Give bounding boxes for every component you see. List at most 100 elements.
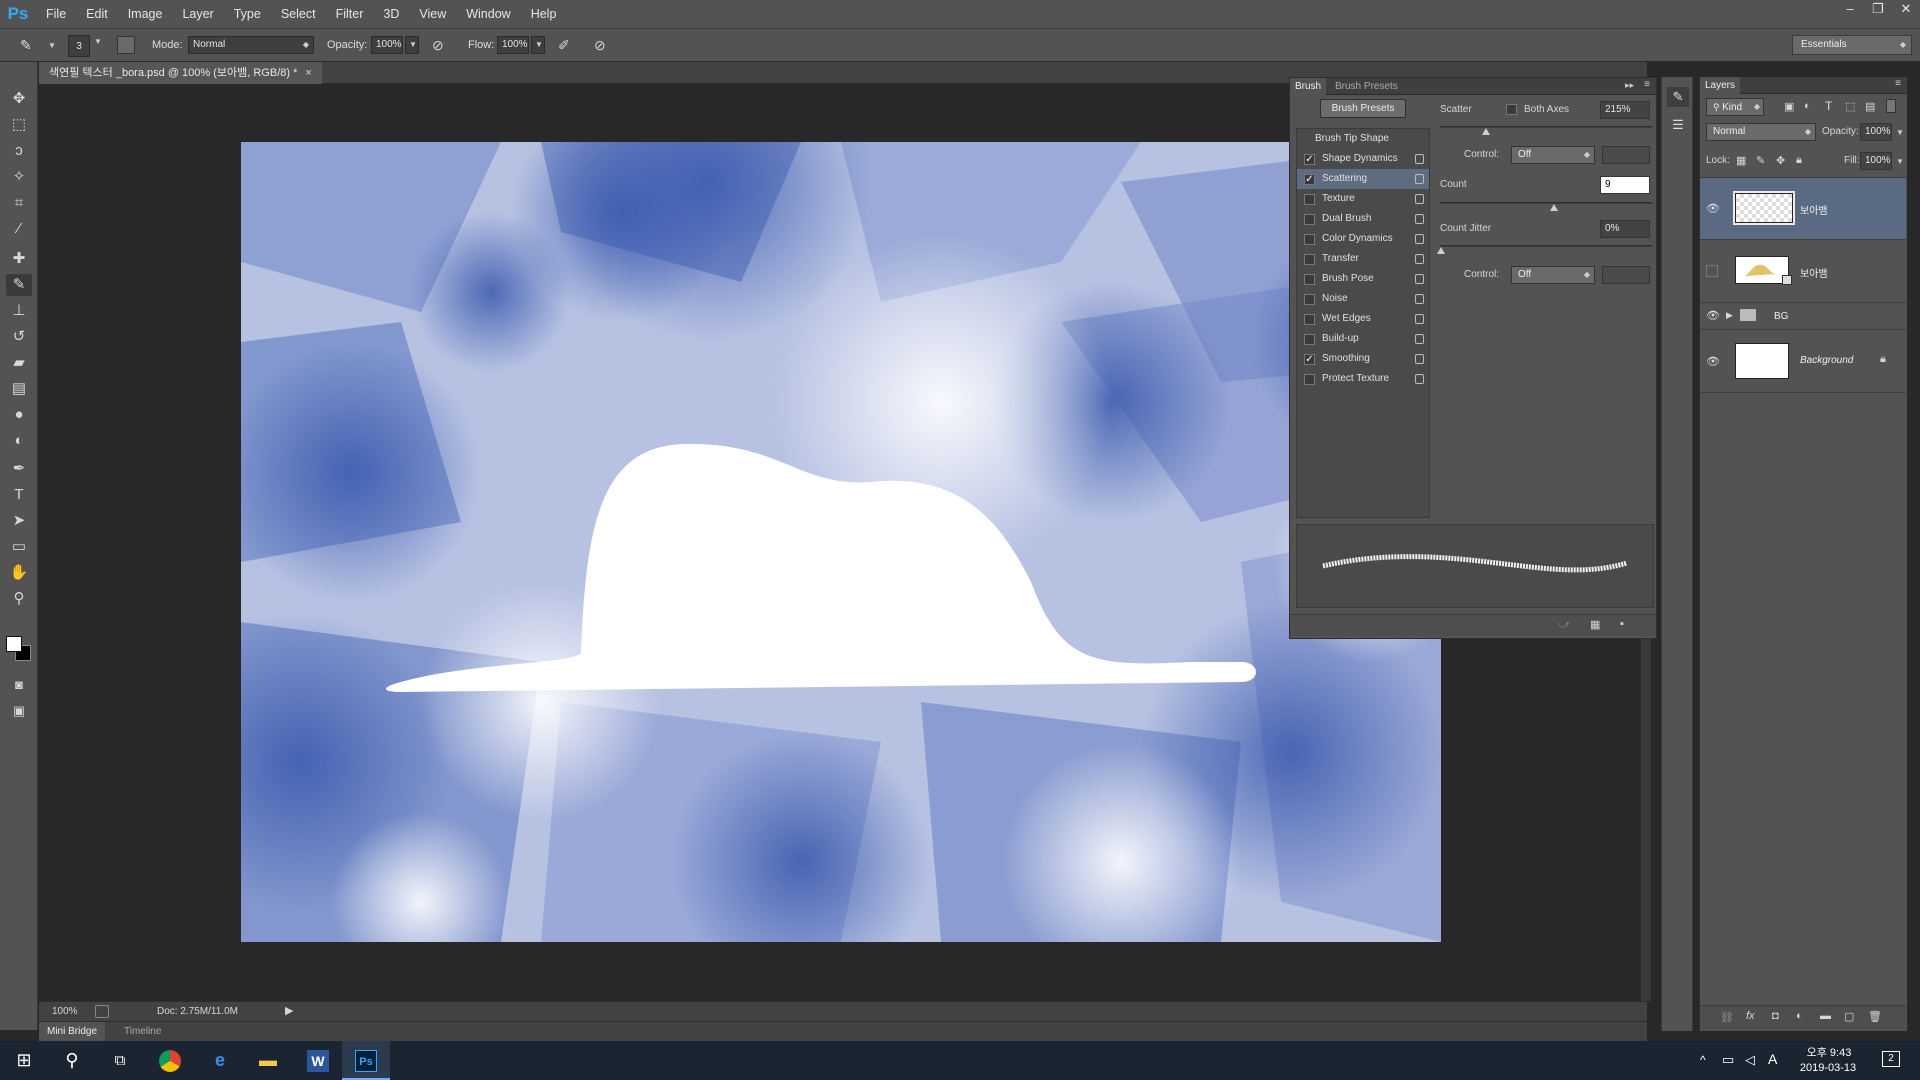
tip-texture[interactable]: Texture — [1297, 189, 1429, 209]
pen-tool-icon[interactable]: ✒ — [6, 458, 32, 480]
task-view-icon[interactable]: ⧉ — [96, 1041, 144, 1080]
marquee-tool-icon[interactable]: ⬚ — [6, 114, 32, 136]
tip-dual-brush[interactable]: Dual Brush — [1297, 209, 1429, 229]
both-axes-checkbox[interactable] — [1506, 104, 1517, 115]
adjustment-layer-icon[interactable]: ◐ — [1796, 1010, 1803, 1022]
menu-view[interactable]: View — [409, 0, 456, 28]
menu-edit[interactable]: Edit — [76, 0, 118, 28]
menu-help[interactable]: Help — [521, 0, 567, 28]
clock-date[interactable]: 2019-03-13 — [1792, 1062, 1864, 1074]
checkbox[interactable]: ✓ — [1304, 354, 1315, 365]
flow-dropdown[interactable]: ▼ — [531, 36, 545, 54]
move-tool-icon[interactable]: ✥ — [6, 88, 32, 110]
edge-icon[interactable]: e — [196, 1041, 244, 1080]
menu-select[interactable]: Select — [271, 0, 326, 28]
tip-protect-texture[interactable]: Protect Texture — [1297, 369, 1429, 389]
flow-input[interactable]: 100% — [497, 36, 529, 54]
layer-row[interactable]: 👁︎ 보아뱀 — [1700, 178, 1906, 240]
lock-icon[interactable] — [1415, 294, 1424, 304]
checkbox[interactable] — [1304, 234, 1315, 245]
chevron-right-icon[interactable]: ▶ — [1726, 310, 1733, 321]
healing-brush-tool-icon[interactable]: ✚ — [6, 248, 32, 270]
count-slider[interactable] — [1440, 202, 1652, 204]
filter-toggle-switch[interactable] — [1886, 99, 1896, 113]
checkbox[interactable] — [1304, 254, 1315, 265]
history-brush-tool-icon[interactable]: ↺ — [6, 326, 32, 348]
tip-noise[interactable]: Noise — [1297, 289, 1429, 309]
workspace-switcher[interactable]: Essentials ◆ — [1792, 35, 1912, 55]
brush-tool-preset-icon[interactable]: ✎ — [20, 37, 32, 54]
brush-size-picker[interactable]: 3 — [68, 35, 90, 57]
layer-group-row[interactable]: 👁︎ ▶ BG — [1700, 304, 1906, 330]
lock-position-icon[interactable]: ✥ — [1776, 154, 1785, 167]
brush-grid-icon[interactable]: ▦ — [1590, 618, 1600, 631]
pressure-opacity-icon[interactable]: ⊘ — [432, 37, 444, 54]
tip-color-dynamics[interactable]: Color Dynamics — [1297, 229, 1429, 249]
crop-tool-icon[interactable]: ⌗ — [6, 192, 32, 214]
brush-tool-icon[interactable]: ✎ — [6, 274, 32, 296]
checkbox[interactable] — [1304, 334, 1315, 345]
filter-shape-icon[interactable]: ⬚ — [1845, 100, 1855, 113]
scatter-value-input[interactable]: 215% — [1600, 101, 1650, 119]
visibility-toggle-off[interactable] — [1706, 265, 1718, 277]
eye-icon[interactable]: 👁︎ — [1706, 202, 1720, 216]
layer-filter-select[interactable]: ⚲ Kind ◆ — [1706, 98, 1764, 116]
tab-mini-bridge[interactable]: Mini Bridge — [39, 1022, 106, 1042]
blend-mode-select[interactable]: Normal ◆ — [1706, 123, 1816, 141]
document-tab[interactable]: 색연필 텍스터 _bora.psd @ 100% (보아뱀, RGB/8) * × — [39, 62, 322, 84]
fx-icon[interactable]: fx — [1746, 1010, 1755, 1022]
lock-icon[interactable] — [1415, 234, 1424, 244]
eye-icon[interactable]: 👁︎ — [1706, 355, 1720, 369]
windows-start-icon[interactable]: ⊞ — [0, 1041, 48, 1080]
brush-panel-icon[interactable]: ✎ — [1667, 87, 1689, 107]
checkbox[interactable] — [1304, 294, 1315, 305]
pressure-size-icon[interactable]: ⊘ — [594, 37, 606, 54]
tip-brush-pose[interactable]: Brush Pose — [1297, 269, 1429, 289]
scatter-slider[interactable] — [1440, 126, 1652, 128]
screen-mode-icon[interactable]: ▣ — [6, 700, 32, 722]
clock-time[interactable]: 오후 9:43 — [1800, 1044, 1858, 1060]
eye-icon[interactable]: 👁︎ — [1706, 309, 1720, 323]
network-icon[interactable]: ▭ — [1722, 1052, 1734, 1068]
count-value-input[interactable]: 9 — [1600, 176, 1650, 194]
count-slider-knob[interactable] — [1550, 204, 1558, 211]
chevron-down-icon[interactable]: ▼ — [48, 41, 56, 50]
chevron-down-icon[interactable]: ▼ — [1896, 157, 1904, 166]
lock-icon[interactable] — [1415, 254, 1424, 264]
checkbox[interactable] — [1304, 314, 1315, 325]
hand-tool-icon[interactable]: ✋ — [6, 562, 32, 584]
foreground-color-swatch[interactable] — [6, 636, 22, 652]
airbrush-icon[interactable]: ✐ — [558, 37, 570, 54]
panel-menu-icon[interactable]: ≡ — [1895, 78, 1901, 89]
lock-icon[interactable] — [1415, 354, 1424, 364]
add-mask-icon[interactable]: ◘ — [1772, 1010, 1779, 1022]
lasso-tool-icon[interactable]: ↄ — [6, 140, 32, 162]
menu-file[interactable]: File — [36, 0, 76, 28]
volume-icon[interactable]: ◁ — [1745, 1052, 1755, 1068]
eraser-tool-icon[interactable]: ▰ — [6, 352, 32, 374]
link-layers-icon[interactable]: ⛓ — [1720, 1011, 1734, 1024]
menu-image[interactable]: Image — [118, 0, 173, 28]
count-jitter-input[interactable]: 0% — [1600, 220, 1650, 238]
filter-pixel-icon[interactable]: ▣ — [1784, 100, 1794, 113]
toggle-live-tip-icon[interactable]: ⤻ — [1558, 619, 1570, 632]
tab-timeline[interactable]: Timeline — [118, 1022, 167, 1042]
count-jitter-knob[interactable] — [1437, 247, 1445, 254]
tip-scattering[interactable]: ✓ Scattering — [1297, 169, 1429, 189]
clone-stamp-tool-icon[interactable]: ⊥ — [6, 300, 32, 322]
new-brush-icon[interactable]: ▪ — [1620, 618, 1624, 630]
chrome-icon[interactable] — [146, 1041, 194, 1080]
collapse-icon[interactable]: ▸▸ — [1625, 80, 1634, 91]
lock-transparent-icon[interactable]: ▦ — [1736, 154, 1746, 167]
layer-row[interactable]: 보아뱀 — [1700, 241, 1906, 303]
new-layer-icon[interactable]: ▢ — [1844, 1010, 1854, 1023]
new-group-icon[interactable]: ▬ — [1820, 1010, 1831, 1022]
zoom-tool-icon[interactable]: ⚲ — [6, 588, 32, 610]
lock-icon[interactable] — [1415, 174, 1424, 184]
search-icon[interactable]: ⚲ — [48, 1041, 96, 1080]
lock-all-icon[interactable]: 🔒︎ — [1796, 154, 1802, 167]
filter-smart-object-icon[interactable]: ▤ — [1865, 100, 1875, 113]
menu-window[interactable]: Window — [456, 0, 520, 28]
trash-icon[interactable]: 🗑︎ — [1868, 1010, 1882, 1023]
checkbox[interactable] — [1304, 374, 1315, 385]
